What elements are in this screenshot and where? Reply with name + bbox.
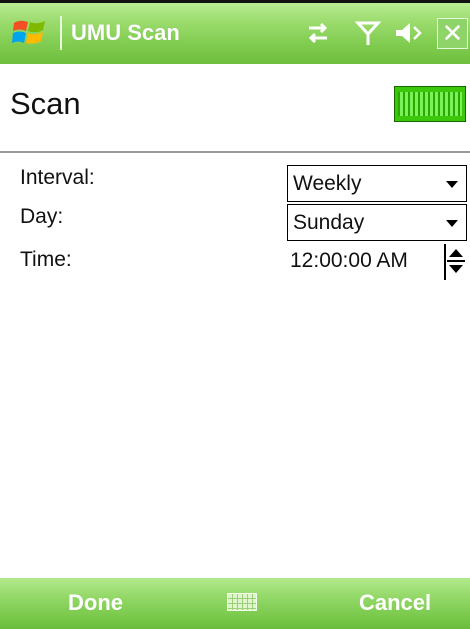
close-button[interactable]: ✕ — [437, 18, 468, 49]
spinner-midline — [447, 260, 465, 262]
time-field[interactable]: 12:00:00 AM — [290, 249, 408, 273]
keyboard-icon — [227, 593, 257, 611]
day-label: Day: — [20, 205, 64, 228]
spin-down-icon[interactable] — [449, 265, 463, 273]
cancel-button[interactable]: Cancel — [359, 590, 431, 616]
title-separator — [60, 16, 62, 50]
page-header: Scan — [0, 64, 470, 152]
input-panel-button[interactable] — [223, 588, 261, 616]
softkey-bar: Done Cancel — [0, 578, 470, 629]
header-divider — [0, 151, 470, 153]
day-dropdown[interactable]: Sunday — [287, 204, 467, 241]
time-label: Time: — [20, 248, 72, 271]
done-button[interactable]: Done — [68, 590, 123, 616]
title-bar: UMU Scan ✕ — [0, 0, 470, 64]
chevron-down-icon — [446, 181, 458, 188]
speaker-icon[interactable] — [393, 18, 423, 48]
page-title: Scan — [10, 86, 81, 121]
interval-value: Weekly — [293, 172, 362, 195]
battery-cells — [398, 92, 462, 116]
chevron-down-icon — [446, 220, 458, 227]
battery-full-icon — [394, 86, 466, 122]
spinner-divider — [444, 244, 446, 280]
connectivity-arrows-icon[interactable] — [303, 18, 333, 48]
interval-label: Interval: — [20, 166, 95, 189]
spin-up-icon[interactable] — [449, 249, 463, 257]
close-icon: ✕ — [441, 18, 464, 48]
antenna-signal-icon[interactable] — [353, 18, 383, 48]
interval-dropdown[interactable]: Weekly — [287, 165, 467, 202]
app-title: UMU Scan — [71, 20, 180, 45]
day-value: Sunday — [293, 211, 365, 234]
device-screen: UMU Scan ✕ Scan Interval: Weekly Day: Su… — [0, 0, 470, 629]
time-spinner[interactable] — [441, 244, 467, 280]
windows-flag-icon[interactable] — [12, 17, 50, 47]
